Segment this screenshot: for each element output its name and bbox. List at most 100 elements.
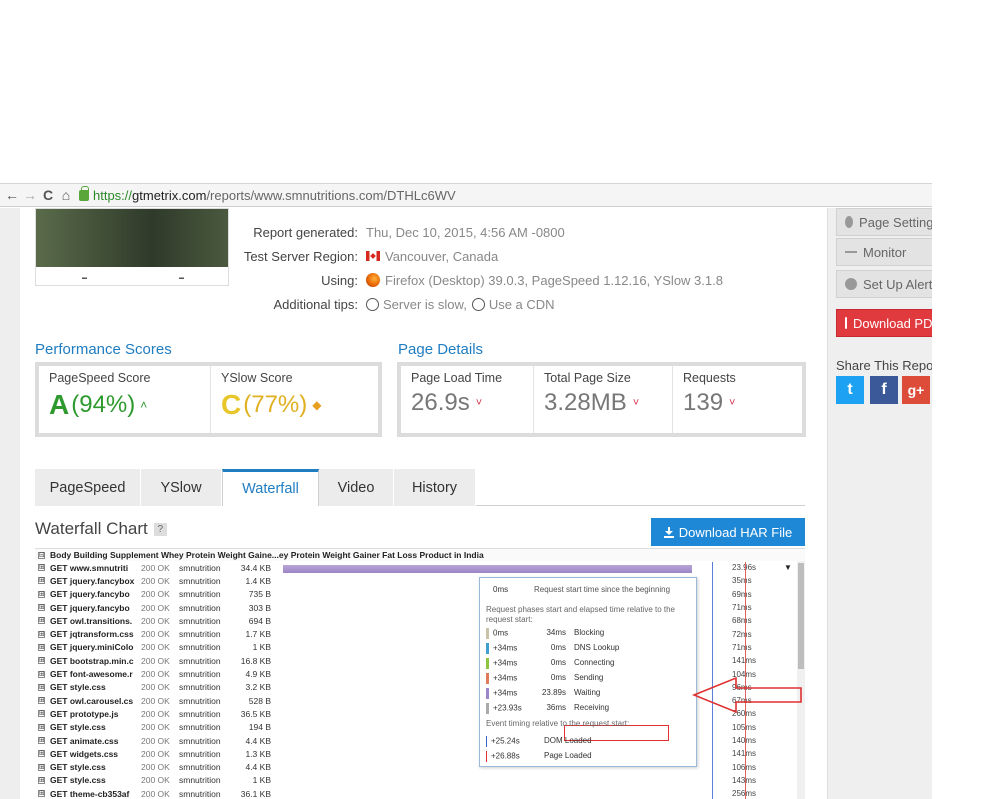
waterfall-chart: ⊟ Body Building Supplement Whey Protein … bbox=[35, 548, 805, 799]
phase-name: Sending bbox=[574, 673, 604, 682]
page-screenshot-thumbnail[interactable]: ▬ ▬ bbox=[35, 208, 229, 286]
expand-icon[interactable]: ⊞ bbox=[38, 737, 45, 744]
expand-icon[interactable]: ⊞ bbox=[38, 697, 45, 705]
trend-up-icon: ˄ bbox=[140, 398, 148, 412]
request-size: 4.9 KB bbox=[245, 669, 271, 680]
back-icon[interactable]: ← bbox=[3, 187, 21, 203]
phase-swatch bbox=[486, 628, 489, 639]
request-size: 36.1 KB bbox=[240, 788, 271, 799]
expand-icon[interactable]: ⊞ bbox=[38, 763, 45, 771]
forward-icon[interactable]: → bbox=[21, 187, 39, 203]
download-pdf-button[interactable]: Download PDF bbox=[836, 309, 932, 337]
yslow-percent: (77%) bbox=[243, 391, 308, 418]
tip-use-cdn[interactable]: Use a CDN bbox=[489, 297, 555, 312]
expand-icon[interactable]: ⊞ bbox=[38, 723, 45, 731]
waterfall-row[interactable]: ⊞ GET style.css 200 OK smnutrition 1 KB 143ms bbox=[35, 774, 805, 787]
request-domain: smnutrition bbox=[179, 642, 221, 653]
tab-pagespeed[interactable]: PageSpeed bbox=[35, 469, 141, 506]
home-icon[interactable]: ⌂ bbox=[57, 187, 75, 203]
pagespeed-grade: A bbox=[49, 389, 70, 420]
expand-icon[interactable]: ⊞ bbox=[38, 750, 45, 758]
request-name: GET bootstrap.min.c bbox=[50, 655, 134, 666]
request-name: GET style.css bbox=[50, 762, 106, 773]
request-size: 1 KB bbox=[252, 642, 271, 653]
lock-icon bbox=[79, 185, 89, 201]
expand-icon[interactable]: ⊞ bbox=[38, 617, 45, 625]
help-icon[interactable]: ? bbox=[153, 522, 167, 536]
tab-video[interactable]: Video bbox=[319, 469, 394, 506]
expand-icon[interactable]: ⊞ bbox=[38, 670, 45, 678]
request-domain: smnutrition bbox=[179, 762, 221, 773]
request-status: 200 OK bbox=[141, 748, 170, 759]
page-settings-button[interactable]: Page Settings bbox=[836, 208, 932, 236]
event-time: +25.24s bbox=[491, 736, 520, 746]
monitor-button[interactable]: Monitor bbox=[836, 238, 932, 266]
request-status: 200 OK bbox=[141, 682, 170, 693]
tab-waterfall[interactable]: Waterfall bbox=[222, 469, 319, 506]
facebook-icon[interactable]: f bbox=[870, 376, 898, 404]
expand-icon[interactable]: ⊞ bbox=[38, 604, 45, 612]
request-name: GET widgets.css bbox=[50, 748, 119, 759]
phase-swatch bbox=[486, 703, 489, 714]
meta-row-region: Test Server Region: Vancouver, Canada bbox=[243, 248, 499, 264]
scrollbar-thumb[interactable] bbox=[798, 563, 804, 669]
annotation-arrow bbox=[692, 676, 802, 714]
reload-icon[interactable]: C bbox=[39, 187, 57, 203]
expand-icon[interactable]: ⊞ bbox=[38, 564, 45, 572]
url-scheme: https:// bbox=[93, 187, 133, 203]
request-size: 528 B bbox=[248, 695, 271, 706]
phase-elapsed: 0ms bbox=[550, 658, 566, 667]
tt-event-row: +25.24s DOM Loaded bbox=[486, 736, 692, 747]
expand-icon[interactable]: ⊞ bbox=[38, 630, 45, 638]
thumbnail-strip: ▬ ▬ bbox=[82, 275, 184, 281]
phase-elapsed: 0ms bbox=[550, 643, 566, 652]
expand-icon[interactable]: ⊞ bbox=[38, 590, 45, 598]
row-dropdown-icon[interactable]: ▼ bbox=[784, 563, 792, 572]
canada-flag-icon bbox=[366, 251, 380, 261]
phase-elapsed: 23.89s bbox=[541, 688, 566, 697]
tab-history[interactable]: History bbox=[394, 469, 476, 506]
request-status: 200 OK bbox=[141, 788, 170, 799]
waterfall-row[interactable]: ⊞ GET theme-cb353af 200 OK smnutrition 36.1 … bbox=[35, 787, 805, 799]
waiting-bar bbox=[283, 565, 692, 573]
pulse-icon bbox=[845, 251, 857, 253]
request-size: 16.8 KB bbox=[240, 655, 271, 666]
report-meta: Report generated: Thu, Dec 10, 2015, 4:5… bbox=[236, 220, 826, 316]
expand-icon[interactable]: ⊞ bbox=[38, 657, 45, 665]
globe-icon bbox=[471, 297, 485, 311]
request-domain: smnutrition bbox=[179, 788, 221, 799]
phase-name: Receiving bbox=[574, 703, 610, 712]
download-har-button[interactable]: Download HAR File bbox=[651, 518, 805, 546]
request-status: 200 OK bbox=[141, 669, 170, 680]
url-field[interactable]: https://gtmetrix.com/reports/www.smnutri… bbox=[79, 185, 456, 204]
expand-icon[interactable]: ⊞ bbox=[38, 643, 45, 651]
expand-icon[interactable]: ⊞ bbox=[38, 776, 45, 784]
request-status: 200 OK bbox=[141, 562, 170, 573]
request-size: 4.4 KB bbox=[245, 735, 271, 746]
request-domain: smnutrition bbox=[179, 562, 221, 573]
url-path: /reports/www.smnutritions.com/DTHLc6WV bbox=[206, 187, 456, 203]
phase-start: +34ms bbox=[493, 673, 518, 683]
tip-server-slow[interactable]: Server is slow, bbox=[383, 297, 467, 312]
trend-down-icon: ˅ bbox=[632, 397, 640, 409]
expand-icon[interactable]: ⊞ bbox=[38, 790, 45, 798]
collapse-icon[interactable]: ⊟ bbox=[38, 551, 45, 559]
tab-yslow[interactable]: YSlow bbox=[141, 469, 222, 506]
request-size: 694 B bbox=[248, 615, 271, 626]
waterfall-page-row[interactable]: ⊟ Body Building Supplement Whey Protein … bbox=[35, 548, 805, 561]
expand-icon[interactable]: ⊞ bbox=[38, 577, 45, 585]
twitter-icon[interactable]: t bbox=[836, 376, 864, 404]
expand-icon[interactable]: ⊞ bbox=[38, 683, 45, 691]
request-domain: smnutrition bbox=[179, 708, 221, 719]
total-page-size: Total Page Size 3.28MB ˅ bbox=[534, 366, 673, 433]
google-plus-icon[interactable]: g+ bbox=[902, 376, 930, 404]
meta-row-using: Using: Firefox (Desktop) 39.0.3, PageSpe… bbox=[321, 272, 723, 288]
expand-icon[interactable]: ⊞ bbox=[38, 710, 45, 718]
tt-phase-row: +34ms 23.89s Waiting bbox=[486, 688, 692, 699]
sidebar: Page Settings Monitor Set Up Alerts Down… bbox=[827, 208, 932, 799]
request-status: 200 OK bbox=[141, 655, 170, 666]
phase-swatch bbox=[486, 673, 489, 684]
page-details-title: Page Details bbox=[398, 341, 484, 358]
request-size: 36.5 KB bbox=[240, 708, 271, 719]
set-up-alerts-button[interactable]: Set Up Alerts bbox=[836, 270, 932, 298]
